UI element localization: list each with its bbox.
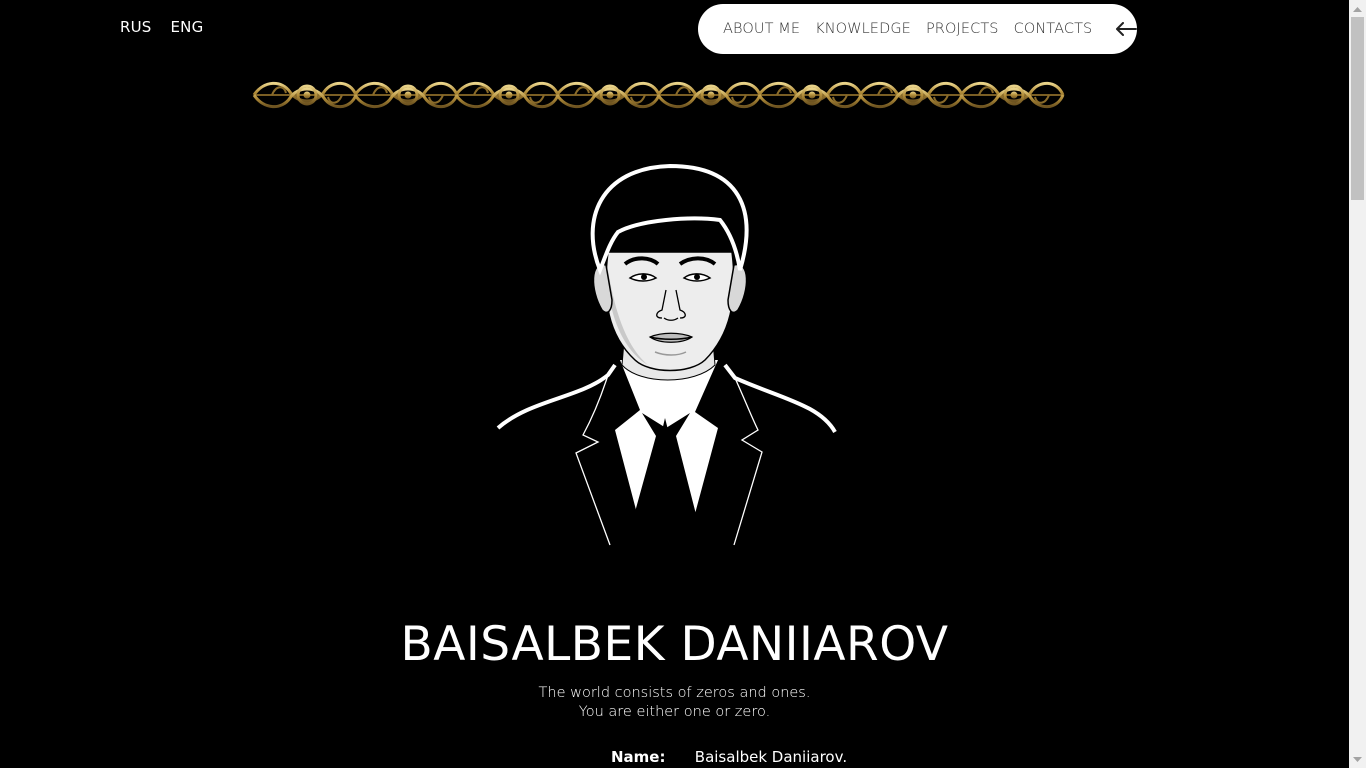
page-scrollbar[interactable] <box>1349 0 1366 768</box>
lang-eng-link[interactable]: ENG <box>171 18 204 36</box>
ornament-border <box>252 81 1065 109</box>
scrollbar-thumb[interactable] <box>1351 17 1364 200</box>
info-name-row: Name: Baisalbek Daniiarov. <box>611 748 847 766</box>
tagline-line-2: You are either one or zero. <box>578 704 771 720</box>
tagline-line-1: The world consists of zeros and ones. <box>538 685 811 701</box>
scroll-up-icon[interactable] <box>1349 0 1366 17</box>
scroll-down-icon[interactable] <box>1349 751 1366 768</box>
lang-rus-link[interactable]: RUS <box>120 18 152 36</box>
hero-name-heading: BAISALBEK DANIIAROV <box>400 617 949 672</box>
page: RUS ENG ABOUT ME KNOWLEDGE PROJECTS CONT… <box>0 0 1349 768</box>
language-switch: RUS ENG <box>120 18 217 36</box>
info-name-label: Name: <box>611 748 666 766</box>
nav-about-link[interactable]: ABOUT ME <box>723 21 800 37</box>
portrait-illustration <box>496 163 837 546</box>
nav-projects-link[interactable]: PROJECTS <box>926 21 999 37</box>
hero-tagline: The world consists of zeros and ones. Yo… <box>0 684 1349 722</box>
nav-contacts-link[interactable]: CONTACTS <box>1014 21 1093 37</box>
arrow-left-icon[interactable] <box>1114 19 1138 39</box>
top-nav: ABOUT ME KNOWLEDGE PROJECTS CONTACTS <box>698 4 1138 54</box>
info-name-value: Baisalbek Daniiarov. <box>694 748 848 766</box>
nav-knowledge-link[interactable]: KNOWLEDGE <box>815 21 911 37</box>
